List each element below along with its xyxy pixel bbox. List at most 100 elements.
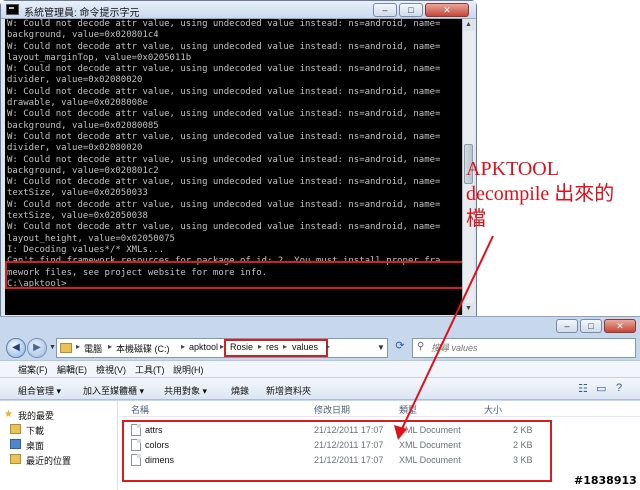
file-size: 2 KB: [513, 440, 533, 450]
file-name: dimens: [145, 455, 175, 465]
console-title: 系統管理員: 命令提示字元: [24, 8, 140, 19]
column-type[interactable]: 類型: [399, 403, 417, 416]
file-modified: 21/12/2011 17:07: [314, 425, 384, 435]
file-list: 名稱 修改日期 類型 大小 attrs 21/12/2011 17:07 XML…: [119, 401, 640, 490]
scroll-down-arrow-icon[interactable]: ▼: [463, 303, 474, 315]
recent-places-icon: [10, 454, 21, 464]
chevron-right-icon[interactable]: ▸: [108, 342, 112, 351]
console-line: textSize, value=0x02050038: [7, 211, 148, 222]
desktop-icon: [10, 439, 21, 449]
menu-file[interactable]: 檔案(F): [18, 363, 48, 376]
console-line: W: Could not decode attr value, using un…: [7, 222, 441, 233]
file-type: XML Document: [399, 425, 461, 435]
refresh-icon[interactable]: ⟳: [392, 339, 408, 357]
console-icon: [6, 4, 19, 15]
console-output[interactable]: W: Could not decode attr value, using un…: [5, 19, 462, 315]
preview-pane-icon[interactable]: ▭: [596, 382, 606, 395]
xml-file-icon: [131, 454, 141, 466]
view-options-icon[interactable]: ☷: [578, 382, 588, 395]
new-folder-button[interactable]: 新增資料夾: [266, 384, 311, 397]
console-lines: W: Could not decode attr value, using un…: [5, 19, 462, 290]
console-line: W: Could not decode attr value, using un…: [7, 131, 441, 142]
nav-desktop[interactable]: 桌面: [26, 439, 44, 452]
menu-edit[interactable]: 編輯(E): [57, 363, 87, 376]
file-type: XML Document: [399, 455, 461, 465]
console-line: background, value=0x02080085: [7, 120, 159, 131]
console-line: background, value=0x020801c4: [7, 30, 159, 41]
close-button[interactable]: ✕: [604, 319, 636, 333]
breadcrumb-drive[interactable]: 本機磁碟 (C:): [116, 342, 170, 355]
menu-view[interactable]: 檢視(V): [96, 363, 126, 376]
column-size[interactable]: 大小: [484, 403, 502, 416]
annotation-line-1: APKTOOL: [466, 158, 559, 180]
menu-tools[interactable]: 工具(T): [135, 363, 165, 376]
forward-arrow-icon[interactable]: ▶: [27, 338, 47, 358]
header-divider: [119, 416, 640, 417]
console-titlebar[interactable]: 系統管理員: 命令提示字元 – □ ✕: [1, 1, 476, 19]
address-row: ◀ ▶ ▼ ▸ 電腦 ▸ 本機磁碟 (C:) ▸ apktool ▸ Rosie…: [0, 335, 640, 359]
breadcrumb-rosie[interactable]: Rosie: [230, 342, 253, 352]
chevron-right-icon[interactable]: ▸: [326, 342, 330, 351]
explorer-titlebar[interactable]: – □ ✕: [0, 317, 640, 335]
back-arrow-icon[interactable]: ◀: [6, 338, 26, 358]
organize-button[interactable]: 組合管理 ▾: [18, 384, 61, 397]
scroll-up-arrow-icon[interactable]: ▲: [463, 19, 474, 31]
column-modified[interactable]: 修改日期: [314, 403, 350, 416]
file-modified: 21/12/2011 17:07: [314, 455, 384, 465]
navigation-pane: ★ 我的最愛 下載 桌面 最近的位置: [0, 401, 118, 490]
menu-bar: 檔案(F) 編輯(E) 檢視(V) 工具(T) 說明(H): [0, 360, 640, 377]
chevron-right-icon[interactable]: ▸: [258, 342, 262, 351]
chevron-right-icon[interactable]: ▸: [181, 342, 185, 351]
address-bar[interactable]: ▸ 電腦 ▸ 本機磁碟 (C:) ▸ apktool ▸ Rosie ▸ res…: [56, 338, 388, 358]
console-line: W: Could not decode attr value, using un…: [7, 109, 441, 120]
breadcrumb-res[interactable]: res: [266, 342, 279, 352]
include-in-library-button[interactable]: 加入至媒體櫃 ▾: [83, 384, 144, 397]
chevron-right-icon[interactable]: ▸: [283, 342, 287, 351]
breadcrumb-computer[interactable]: 電腦: [84, 342, 102, 355]
console-line: W: Could not decode attr value, using un…: [7, 64, 441, 75]
file-modified: 21/12/2011 17:07: [314, 440, 384, 450]
file-name: colors: [145, 440, 170, 450]
address-dropdown-icon[interactable]: ▼: [377, 343, 385, 352]
nav-recent-places[interactable]: 最近的位置: [26, 454, 71, 467]
console-line: W: Could not decode attr value, using un…: [7, 154, 441, 165]
file-size: 3 KB: [513, 455, 533, 465]
folder-icon: [60, 343, 72, 353]
breadcrumb-values[interactable]: values: [292, 342, 318, 352]
star-icon: ★: [4, 409, 13, 420]
error-highlight-box: [5, 261, 462, 289]
burn-button[interactable]: 燒錄: [231, 384, 249, 397]
watermark: #1838913: [574, 474, 637, 487]
console-line: W: Could not decode attr value, using un…: [7, 41, 441, 52]
history-dropdown-icon[interactable]: ▼: [49, 344, 56, 351]
maximize-button[interactable]: □: [399, 3, 423, 17]
file-row[interactable]: colors 21/12/2011 17:07 XML Document 2 K…: [127, 438, 537, 453]
chevron-right-icon[interactable]: ▸: [76, 342, 80, 351]
console-line: W: Could not decode attr value, using un…: [7, 86, 441, 97]
console-line: background, value=0x020801c2: [7, 165, 159, 176]
console-line: W: Could not decode attr value, using un…: [7, 19, 441, 29]
share-with-button[interactable]: 共用對象 ▾: [164, 384, 207, 397]
console-line: divider, value=0x02080020: [7, 75, 143, 86]
annotation-line-3: 檔: [466, 208, 486, 230]
menu-help[interactable]: 說明(H): [173, 363, 204, 376]
explorer-window: – □ ✕ ◀ ▶ ▼ ▸ 電腦 ▸ 本機磁碟 (C:) ▸ apktool ▸…: [0, 316, 640, 490]
maximize-button[interactable]: □: [580, 319, 602, 333]
search-input[interactable]: [431, 341, 631, 355]
file-type: XML Document: [399, 440, 461, 450]
minimize-button[interactable]: –: [373, 3, 397, 17]
file-name: attrs: [145, 425, 163, 435]
file-row[interactable]: attrs 21/12/2011 17:07 XML Document 2 KB: [127, 423, 537, 438]
close-button[interactable]: ✕: [425, 3, 469, 17]
nav-downloads[interactable]: 下載: [26, 424, 44, 437]
column-name[interactable]: 名稱: [131, 403, 149, 416]
minimize-button[interactable]: –: [556, 319, 578, 333]
console-line: drawable, value=0x0208008e: [7, 98, 148, 109]
annotation-text: APKTOOL decompile 出來的 檔: [466, 157, 638, 232]
search-box[interactable]: ⚲: [412, 338, 636, 358]
breadcrumb-apktool[interactable]: apktool: [189, 342, 218, 352]
file-size: 2 KB: [513, 425, 533, 435]
nav-favorites[interactable]: 我的最愛: [18, 409, 54, 422]
help-icon[interactable]: ?: [616, 382, 622, 394]
file-row[interactable]: dimens 21/12/2011 17:07 XML Document 3 K…: [127, 453, 537, 468]
